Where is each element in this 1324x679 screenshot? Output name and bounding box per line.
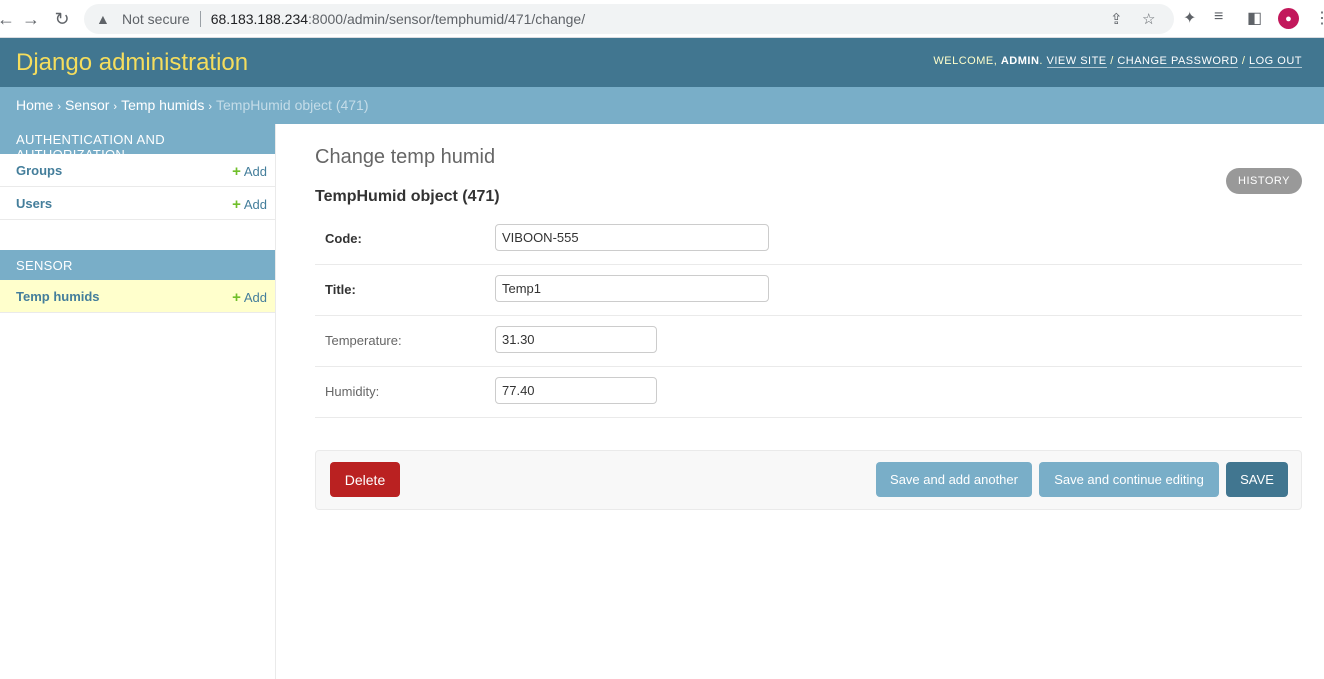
username: admin [1000, 55, 1040, 67]
browser-toolbar: ← → ↻ ▲ Not secure 68.183.188.234:8000/a… [0, 0, 1324, 38]
sidebar-link-users[interactable]: Users [16, 196, 52, 211]
code-label: Code: [325, 231, 362, 246]
title-input[interactable] [495, 275, 769, 302]
submit-row: Delete Save and add another Save and con… [315, 450, 1302, 510]
form-row-temperature: Temperature: [315, 316, 1302, 367]
forward-icon[interactable]: → [17, 5, 45, 33]
menu-kebab-icon[interactable]: ⋮ [1314, 8, 1324, 28]
module-caption-sensor[interactable]: SENSOR [0, 250, 275, 280]
form-row-humidity: Humidity: [315, 367, 1302, 418]
code-input[interactable] [495, 224, 769, 251]
site-branding[interactable]: Django administration [16, 49, 248, 77]
save-and-add-another-button[interactable]: Save and add another [876, 462, 1032, 497]
save-and-continue-button[interactable]: Save and continue editing [1039, 462, 1219, 497]
view-site-link[interactable]: View site [1046, 55, 1107, 68]
humidity-input[interactable] [495, 377, 657, 404]
add-label: Add [243, 290, 267, 305]
sidebar-link-groups[interactable]: Groups [16, 163, 62, 178]
change-password-link[interactable]: Change password [1117, 55, 1239, 68]
address-separator [199, 11, 201, 27]
save-button[interactable]: SAVE [1226, 462, 1288, 497]
add-label: Add [243, 197, 267, 212]
media-control-icon[interactable]: ≡ [1214, 8, 1223, 26]
history-button[interactable]: HISTORY [1226, 168, 1302, 194]
temperature-label: Temperature: [325, 333, 402, 348]
module-caption-auth[interactable]: AUTHENTICATION AND AUTHORIZATION [0, 124, 275, 162]
form-row-title: Title: [315, 265, 1302, 316]
welcome-text: Welcome, [933, 55, 998, 67]
log-out-link[interactable]: Log out [1248, 55, 1302, 68]
plus-icon: + [232, 289, 241, 306]
side-panel-icon[interactable]: ◧ [1247, 8, 1262, 28]
humidity-label: Humidity: [325, 384, 380, 399]
admin-header: Django administration Welcome, admin. Vi… [0, 38, 1324, 87]
share-icon[interactable]: ⇪ [1110, 10, 1123, 28]
breadcrumb-home[interactable]: Home [16, 97, 53, 113]
url-host: 68.183.188.234 [210, 11, 309, 27]
security-label[interactable]: Not secure [122, 11, 190, 27]
sidebar-item-temp-humids: Temp humids + Add [0, 280, 275, 313]
address-bar[interactable]: ▲ Not secure 68.183.188.234:8000/admin/s… [84, 4, 1174, 34]
page-title: Change temp humid [315, 146, 496, 168]
add-temp-humids-link[interactable]: + Add [232, 289, 267, 306]
warning-icon[interactable]: ▲ [96, 11, 114, 27]
add-users-link[interactable]: + Add [232, 196, 267, 213]
breadcrumb-separator: › [57, 101, 62, 113]
sidebar-link-temp-humids[interactable]: Temp humids [16, 289, 100, 304]
form-row-code: Code: [315, 214, 1302, 265]
profile-avatar[interactable]: ● [1278, 8, 1299, 29]
plus-icon: + [232, 196, 241, 213]
url-text[interactable]: 68.183.188.234:8000/admin/sensor/temphum… [211, 11, 585, 27]
breadcrumb-model[interactable]: Temp humids [121, 97, 204, 113]
url-path: :8000/admin/sensor/temphumid/471/change/ [308, 11, 586, 27]
temperature-input[interactable] [495, 326, 657, 353]
bookmark-star-icon[interactable]: ☆ [1142, 10, 1155, 28]
delete-button[interactable]: Delete [330, 462, 400, 497]
breadcrumb-app[interactable]: Sensor [65, 97, 109, 113]
plus-icon: + [232, 163, 241, 180]
user-tools: Welcome, admin. View site / Change passw… [933, 55, 1302, 68]
extensions-icon[interactable]: ✦ [1183, 8, 1196, 28]
add-label: Add [243, 164, 267, 179]
object-title: TempHumid object (471) [315, 188, 500, 205]
title-label: Title: [325, 282, 356, 297]
breadcrumb: Home › Sensor › Temp humids › TempHumid object… [0, 87, 1324, 124]
reload-icon[interactable]: ↻ [48, 5, 76, 33]
breadcrumb-current: TempHumid object (471) [216, 97, 369, 113]
module-spacer [0, 220, 275, 250]
breadcrumb-separator: › [208, 101, 212, 113]
add-groups-link[interactable]: + Add [232, 163, 267, 180]
sidebar-item-users: Users + Add [0, 187, 275, 220]
breadcrumb-separator: › [113, 101, 118, 113]
sidebar-item-groups: Groups + Add [0, 154, 275, 187]
nav-sidebar: AUTHENTICATION AND AUTHORIZATION Groups … [0, 124, 276, 679]
